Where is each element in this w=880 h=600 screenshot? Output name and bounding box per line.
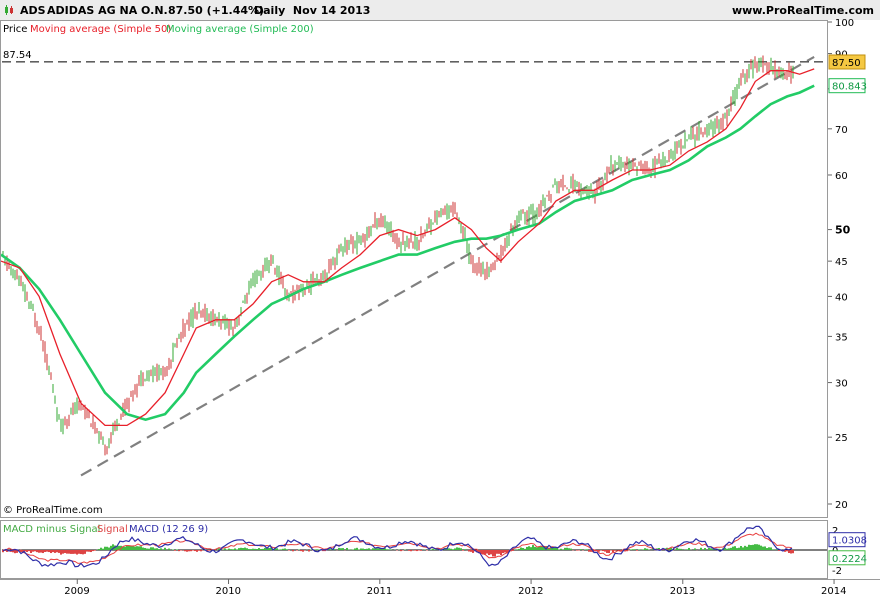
macd-last-label: 1.0308 (832, 536, 867, 547)
legend-macd-line: MACD (12 26 9) (129, 524, 208, 535)
y-tick-label: 35 (835, 332, 848, 343)
y-tick-label: 45 (835, 257, 848, 268)
axes: 202530354045506070809010087.5487.5080.84… (3, 18, 867, 597)
last-price-label: 87.50 (832, 58, 861, 69)
price-chart[interactable]: Price Moving average (Simple 50) Moving … (0, 0, 880, 600)
x-tick-label: 2011 (367, 586, 392, 597)
legend-ma200: Moving average (Simple 200) (166, 24, 314, 35)
watermark: © ProRealTime.com (3, 505, 103, 516)
y-tick-label: 60 (835, 171, 848, 182)
y-tick-label: 50 (835, 224, 851, 237)
legend-macd-signal: Signal (97, 524, 128, 535)
chart-window: ADS ADIDAS AG NA O.N. 87.50 (+1.44%) Dai… (0, 0, 880, 600)
ma200-line (1, 84, 815, 422)
legend-price: Price (3, 24, 27, 35)
y-tick-label: 20 (835, 500, 848, 511)
reference-line-label: 87.54 (3, 50, 32, 61)
y-tick-label: 100 (835, 18, 854, 29)
main-plot-area (1, 55, 827, 477)
x-tick-label: 2013 (670, 586, 695, 597)
ma200-last-label: 80.843 (832, 82, 867, 93)
x-tick-label: 2012 (518, 586, 543, 597)
x-tick-label: 2014 (821, 586, 846, 597)
x-tick-label: 2009 (64, 586, 89, 597)
main-panel-frame (0, 20, 828, 518)
support-trendline (80, 55, 815, 477)
macd-y-tick-label: -2 (832, 566, 842, 577)
y-tick-label: 70 (835, 125, 848, 136)
ma50-line (1, 68, 815, 427)
x-tick-label: 2010 (216, 586, 241, 597)
y-tick-label: 25 (835, 433, 848, 444)
hist-last-label: 0.2224 (832, 554, 867, 565)
legend-macd-hist: MACD minus Signal (3, 524, 100, 535)
y-tick-label: 40 (835, 292, 848, 303)
y-tick-label: 30 (835, 379, 848, 390)
legend-ma50: Moving average (Simple 50) (30, 24, 171, 35)
